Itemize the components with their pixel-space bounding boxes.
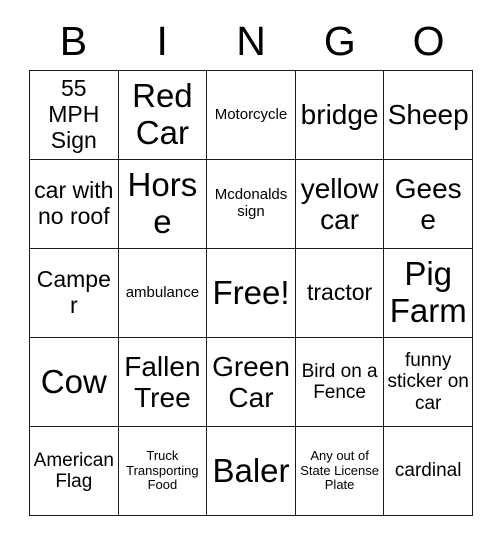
bingo-cell-g1[interactable]: bridge xyxy=(295,71,385,160)
bingo-cell-g4[interactable]: Bird on a Fence xyxy=(295,338,385,427)
bingo-cell-g5[interactable]: Any out of State License Plate xyxy=(295,427,385,516)
bingo-cell-b4[interactable]: Cow xyxy=(30,338,119,427)
bingo-cell-label: Red Car xyxy=(132,77,193,151)
bingo-cell-label: yellow car xyxy=(300,172,379,235)
bingo-grid: 55 MPH Sign Red Car Motorcycle bridge Sh… xyxy=(29,70,473,516)
bingo-cell-o4[interactable]: funny sticker on car xyxy=(384,338,473,427)
bingo-cell-label: ambulance xyxy=(125,283,200,301)
bingo-cell-label: Fallen Tree xyxy=(124,350,201,413)
bingo-cell-label: funny sticker on car xyxy=(387,350,469,414)
bingo-cell-label: Motorcycle xyxy=(214,105,288,123)
bingo-header-row: B I N G O xyxy=(29,12,473,70)
header-letter-g: G xyxy=(323,17,356,64)
bingo-cell-label: Green Car xyxy=(212,350,290,413)
bingo-cell-label: Geese xyxy=(394,172,462,235)
bingo-cell-i5[interactable]: Truck Transporting Food xyxy=(118,427,208,516)
bingo-cell-g2[interactable]: yellow car xyxy=(295,160,385,249)
bingo-cell-label: bridge xyxy=(300,99,379,131)
bingo-cell-i1[interactable]: Red Car xyxy=(118,71,208,160)
bingo-cell-o3[interactable]: Pig Farm xyxy=(384,249,473,338)
header-letter-o: O xyxy=(412,17,445,64)
bingo-cell-label: Horse xyxy=(127,166,198,240)
bingo-cell-g3[interactable]: tractor xyxy=(295,249,385,338)
bingo-cell-o2[interactable]: Geese xyxy=(384,160,473,249)
bingo-cell-label: Baler xyxy=(212,451,290,489)
bingo-cell-label: Cow xyxy=(40,362,107,400)
bingo-cell-label: Truck Transporting Food xyxy=(126,448,199,493)
bingo-cell-b5[interactable]: American Flag xyxy=(30,427,119,516)
bingo-cell-i4[interactable]: Fallen Tree xyxy=(118,338,208,427)
bingo-cell-i3[interactable]: ambulance xyxy=(118,249,208,338)
bingo-cell-b1[interactable]: 55 MPH Sign xyxy=(30,71,119,160)
bingo-cell-label: Sheep xyxy=(387,99,469,131)
bingo-cell-n4[interactable]: Green Car xyxy=(207,338,296,427)
bingo-cell-label: Free! xyxy=(212,273,290,311)
bingo-cell-i2[interactable]: Horse xyxy=(118,160,208,249)
bingo-cell-label: cardinal xyxy=(394,460,462,482)
bingo-cell-label: Pig Farm xyxy=(389,255,467,329)
header-letter-n: N xyxy=(236,17,266,64)
bingo-cell-o5[interactable]: cardinal xyxy=(384,427,473,516)
bingo-cell-free-space[interactable]: Free! xyxy=(207,249,296,338)
bingo-cell-label: Mcdonalds sign xyxy=(214,186,288,220)
bingo-cell-b2[interactable]: car with no roof xyxy=(30,160,119,249)
bingo-cell-n1[interactable]: Motorcycle xyxy=(207,71,296,160)
bingo-cell-label: American Flag xyxy=(33,449,114,492)
bingo-cell-b3[interactable]: Camper xyxy=(30,249,119,338)
bingo-cell-label: Any out of State License Plate xyxy=(300,448,379,493)
bingo-cell-label: tractor xyxy=(307,279,373,306)
bingo-cell-n2[interactable]: Mcdonalds sign xyxy=(207,160,296,249)
bingo-cell-o1[interactable]: Sheep xyxy=(384,71,473,160)
bingo-card: B I N G O 55 MPH Sign Red Car Motorcycle… xyxy=(0,0,500,544)
header-letter-b: B xyxy=(59,17,88,64)
bingo-cell-label: car with no roof xyxy=(34,177,114,229)
header-letter-i: I xyxy=(156,17,168,64)
bingo-cell-label: 55 MPH Sign xyxy=(48,75,100,153)
bingo-cell-label: Bird on a Fence xyxy=(301,360,378,403)
bingo-cell-n5[interactable]: Baler xyxy=(207,427,296,516)
bingo-cell-label: Camper xyxy=(36,266,111,318)
